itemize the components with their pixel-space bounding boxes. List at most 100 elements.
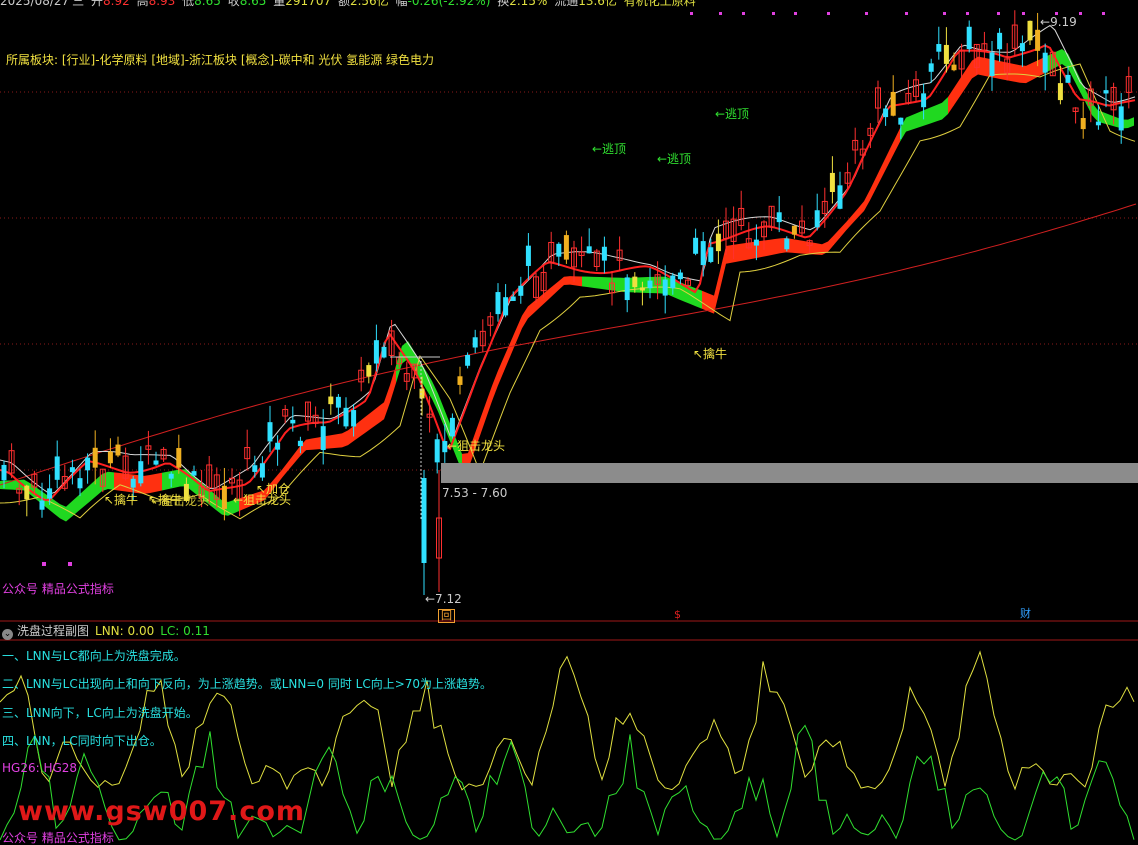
lnn-line (0, 650, 1135, 791)
ribbon-segment (84, 484, 90, 507)
ribbon-segment (96, 474, 102, 497)
candle-body (966, 26, 972, 50)
axis-marker-review[interactable]: 回 (438, 609, 455, 623)
quote-open-label: 开 (91, 0, 104, 8)
rule-text: 三、LNN向下，LC向上为洗盘开始。 (2, 706, 198, 720)
ribbon-segment (864, 189, 870, 211)
quote-amount: 2.56亿 (349, 0, 389, 8)
ribbon-segment (570, 276, 576, 286)
ribbon-segment (984, 57, 990, 77)
candle-body (503, 297, 509, 316)
support-zone-bar (441, 463, 1138, 483)
ribbon-segment (294, 446, 300, 464)
ribbon-segment (762, 239, 768, 257)
ribbon-segment (546, 286, 552, 302)
candle-body (943, 44, 949, 64)
ribbon-segment (576, 276, 582, 287)
candlestick-chart[interactable] (0, 0, 1138, 622)
quote-volume: 291707 (285, 0, 332, 8)
collapse-icon[interactable]: ⌄ (2, 629, 13, 640)
signal-catch-bull: ↖擒牛 (693, 347, 728, 361)
quote-volume-label: 量 (273, 0, 286, 8)
candle-body (518, 285, 524, 296)
candle-body (495, 292, 501, 315)
signal-dot (1102, 12, 1105, 15)
ribbon-segment (600, 277, 606, 290)
ribbon-segment (330, 434, 336, 449)
candle-body (1027, 20, 1033, 41)
sub-panel-header: ⌄ 洗盘过程副图 LNN: 0.00 LC: 0.11 (0, 623, 210, 640)
short-ma-line (0, 24, 1136, 495)
axis-marker-dividend[interactable]: $ (672, 609, 683, 621)
ribbon-segment (1014, 63, 1020, 83)
candle-body (784, 238, 790, 250)
ribbon-segment (732, 244, 738, 263)
ribbon-segment (828, 235, 834, 252)
candle-body (1042, 52, 1048, 73)
candle-body (936, 44, 942, 52)
ribbon-segment (540, 291, 546, 308)
ribbon-segment (522, 306, 528, 329)
quote-open: 8.92 (103, 0, 130, 8)
quote-close: 8.65 (239, 0, 267, 8)
ribbon-segment (618, 277, 624, 292)
candle-body (997, 32, 1003, 50)
candle-body (928, 63, 934, 72)
signal-dot (772, 12, 775, 15)
candle-body (259, 463, 265, 478)
signal-dot (865, 12, 868, 15)
ribbon-segment (372, 406, 378, 428)
signal-dot (997, 12, 1000, 15)
candle-body (1035, 29, 1041, 51)
candle-body (753, 239, 759, 246)
main-footer: 公众号 精品公式指标 (2, 582, 114, 596)
ribbon-segment (516, 315, 522, 343)
candle-body (419, 388, 425, 399)
ribbon-segment (306, 438, 312, 451)
signal-add-position: ↖加仓 (256, 482, 291, 496)
signal-escape-top: ←逃顶 (657, 152, 692, 166)
ribbon-segment (1128, 117, 1134, 128)
rule-text: 一、LNN与LC都向上为洗盘完成。 (2, 649, 186, 663)
quote-change-label: 幅 (395, 0, 408, 8)
signal-catch-bull: ↖擒牛 (104, 493, 139, 507)
quote-close-label: 收 (227, 0, 240, 8)
candle-body (107, 451, 113, 464)
ribbon-segment (210, 490, 216, 510)
ribbon-segment (798, 239, 804, 254)
axis-marker-finance[interactable]: 财 (1018, 608, 1033, 620)
fast-ma-line (0, 44, 1136, 502)
candle-body (115, 444, 121, 456)
ribbon-segment (384, 385, 390, 420)
quote-high-label: 高 (136, 0, 149, 8)
ribbon-segment (534, 296, 540, 313)
candle-body (647, 280, 653, 289)
candle-body (670, 275, 676, 289)
ribbon-segment (1008, 62, 1014, 82)
ribbon-segment (366, 411, 372, 433)
ribbon-segment (1092, 102, 1098, 122)
ribbon-segment (582, 276, 588, 288)
candle-body (421, 478, 427, 563)
ribbon-segment (282, 461, 288, 478)
watermark: www.gsw007.com (18, 796, 306, 827)
signal-dot (690, 12, 693, 15)
ribbon-segment (558, 276, 564, 291)
quote-high: 8.93 (148, 0, 176, 8)
ribbon-segment (876, 165, 882, 189)
signal-dot (1079, 12, 1082, 15)
ribbon-segment (492, 370, 498, 402)
ribbon-segment (834, 228, 840, 245)
sub-panel-title: 洗盘过程副图 (17, 624, 90, 638)
signal-dot (68, 562, 72, 566)
candle-body (639, 287, 645, 291)
candle-body (335, 396, 341, 408)
signal-dot (794, 12, 797, 15)
lnn-value: LNN: 0.00 (95, 624, 155, 638)
ribbon-segment (336, 433, 342, 448)
candle-body (791, 225, 797, 235)
ribbon-segment (966, 60, 972, 88)
signal-dot (1022, 12, 1025, 15)
candle-body (662, 279, 668, 296)
candle-body (77, 478, 83, 489)
